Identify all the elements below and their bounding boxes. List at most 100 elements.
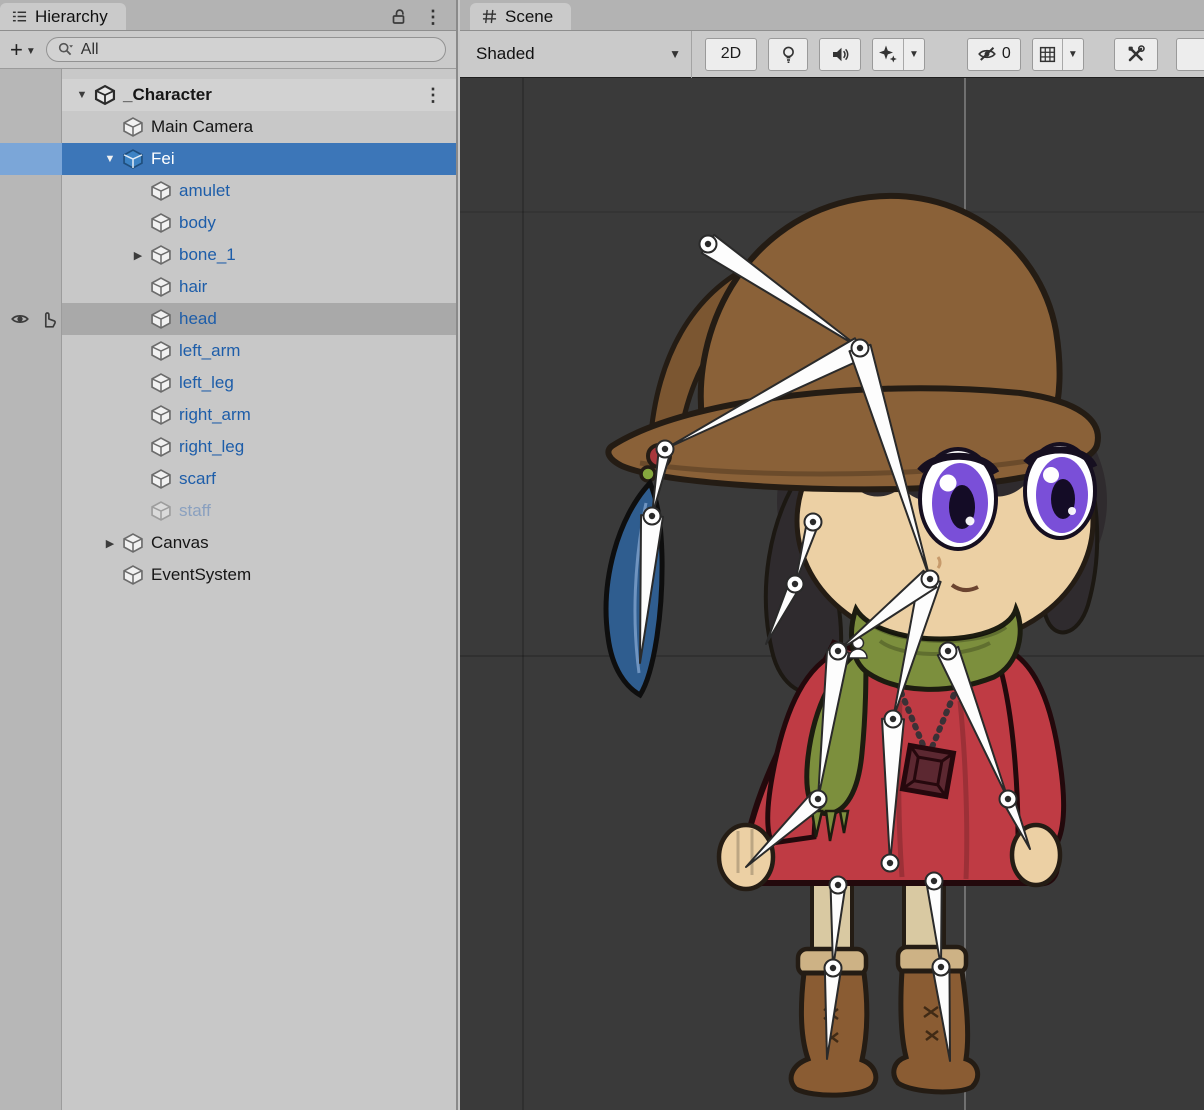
search-icon	[57, 41, 74, 58]
hierarchy-item-left-leg[interactable]: left_leg	[0, 367, 456, 399]
grid-visibility-button[interactable]: ▼	[1032, 38, 1084, 71]
gameobject-cube-icon	[122, 116, 144, 138]
hierarchy-item-amulet[interactable]: amulet	[0, 175, 456, 207]
item-label: hair	[179, 277, 207, 297]
indent	[0, 383, 126, 384]
expand-arrow-icon[interactable]: ▼	[98, 153, 122, 165]
gameobject-cube-icon	[150, 244, 172, 266]
search-input[interactable]: All	[46, 37, 446, 62]
bone-joint-dot	[649, 513, 655, 519]
hierarchy-item-main-camera[interactable]: Main Camera	[0, 111, 456, 143]
gameobject-cube-icon	[150, 212, 172, 234]
item-label: scarf	[179, 469, 216, 489]
bone-joint-dot	[835, 648, 841, 654]
hierarchy-item-right-arm[interactable]: right_arm	[0, 399, 456, 431]
indent	[0, 543, 98, 544]
tab-hierarchy[interactable]: Hierarchy	[0, 3, 126, 30]
hierarchy-item-scarf[interactable]: scarf	[0, 463, 456, 495]
bone-joint-dot	[1005, 796, 1011, 802]
item-label: right_arm	[179, 405, 251, 425]
scene-tools-button[interactable]	[1114, 38, 1158, 71]
indent	[0, 447, 126, 448]
gameobject-cube-icon	[122, 564, 144, 586]
search-value: All	[81, 41, 99, 59]
bone-joint-dot	[927, 576, 933, 582]
scene-tabstrip: Scene	[460, 0, 1204, 31]
hierarchy-tab-label: Hierarchy	[35, 7, 108, 27]
indent	[0, 95, 70, 96]
gameobject-cube-icon	[150, 276, 172, 298]
indent	[0, 511, 126, 512]
lightbulb-icon	[779, 45, 798, 64]
pickability-hand-icon[interactable]	[38, 309, 58, 329]
hierarchy-menu-icon[interactable]: ⋮	[424, 8, 442, 26]
chevron-down-icon: ▼	[669, 47, 681, 61]
item-label: left_leg	[179, 373, 234, 393]
unlock-icon[interactable]	[389, 7, 408, 26]
bone-joint-dot	[938, 964, 944, 970]
scene-visibility-button[interactable]: 0	[967, 38, 1021, 71]
split-divider	[1062, 39, 1063, 70]
grid-snap-icon	[1038, 45, 1057, 64]
item-label: EventSystem	[151, 565, 251, 585]
split-divider	[903, 39, 904, 70]
create-object-button[interactable]: + ▼	[10, 41, 36, 59]
scene-options-menu-icon[interactable]: ⋮	[424, 85, 442, 106]
tab-scene[interactable]: Scene	[470, 3, 571, 30]
hierarchy-item-left-arm[interactable]: left_arm	[0, 335, 456, 367]
hierarchy-item--character[interactable]: ▼ _Character ⋮	[0, 79, 456, 111]
indent	[0, 159, 98, 160]
scene-toolbar: Shaded ▼ 2D ▼	[460, 31, 1204, 78]
hierarchy-tree: ▼ _Character ⋮ Main Camera ▼ Feiamulet body▶bo…	[0, 69, 456, 1110]
hierarchy-item-body[interactable]: body	[0, 207, 456, 239]
hierarchy-item-staff[interactable]: staff	[0, 495, 456, 527]
item-label: _Character	[123, 85, 212, 105]
expand-arrow-icon[interactable]: ▶	[126, 249, 150, 262]
chevron-down-icon[interactable]: ▼	[909, 49, 919, 60]
gameobject-cube-icon	[150, 404, 172, 426]
speaker-icon	[831, 45, 850, 64]
bone-joint-dot	[857, 345, 863, 351]
bone-joint-dot	[887, 860, 893, 866]
expand-arrow-icon[interactable]: ▼	[70, 89, 94, 101]
visibility-eye-icon[interactable]	[10, 309, 30, 329]
gameobject-cube-icon	[150, 436, 172, 458]
bone-joint-dot	[931, 878, 937, 884]
effects-toggle-button[interactable]: ▼	[872, 38, 925, 71]
item-label: left_arm	[179, 341, 240, 361]
clipped-toolbar-button[interactable]	[1176, 38, 1204, 71]
item-label: amulet	[179, 181, 230, 201]
scene-viewport[interactable]	[460, 78, 1204, 1110]
toolbar-spacer	[1158, 31, 1198, 77]
scene-tab-label: Scene	[505, 7, 553, 27]
hierarchy-tabstrip: Hierarchy ⋮	[0, 0, 456, 31]
draw-mode-dropdown[interactable]: Shaded ▼	[466, 31, 692, 78]
gameobject-cube-icon	[122, 532, 144, 554]
bone-joint-dot	[890, 716, 896, 722]
audio-toggle-button[interactable]	[819, 38, 861, 71]
effects-sparkle-icon	[878, 44, 898, 64]
hierarchy-item-canvas[interactable]: ▶Canvas	[0, 527, 456, 559]
grid-tab-icon	[482, 9, 497, 24]
hierarchy-toolbar: + ▼ All	[0, 31, 456, 69]
gameobject-cube-icon	[150, 308, 172, 330]
hierarchy-item-right-leg[interactable]: right_leg	[0, 431, 456, 463]
bone-joint-dot	[792, 581, 798, 587]
gameobject-cube-icon	[150, 372, 172, 394]
chevron-down-icon: ▼	[26, 46, 36, 59]
hierarchy-item-head[interactable]: head	[0, 303, 456, 335]
2d-toggle-button[interactable]: 2D	[705, 38, 757, 71]
hierarchy-item-bone-1[interactable]: ▶bone_1	[0, 239, 456, 271]
item-label: Fei	[151, 149, 175, 169]
hierarchy-item-fei[interactable]: ▼ Fei	[0, 143, 456, 175]
hierarchy-item-eventsystem[interactable]: EventSystem	[0, 559, 456, 591]
lighting-toggle-button[interactable]	[768, 38, 808, 71]
indent	[0, 415, 126, 416]
tools-icon	[1126, 44, 1146, 64]
hierarchy-panel: Hierarchy ⋮ + ▼ All ▼ _Character ⋮ Main Cam…	[0, 0, 458, 1110]
expand-arrow-icon[interactable]: ▶	[98, 537, 122, 550]
indent	[0, 479, 126, 480]
chevron-down-icon[interactable]: ▼	[1068, 49, 1078, 60]
indent	[0, 255, 126, 256]
hierarchy-item-hair[interactable]: hair	[0, 271, 456, 303]
